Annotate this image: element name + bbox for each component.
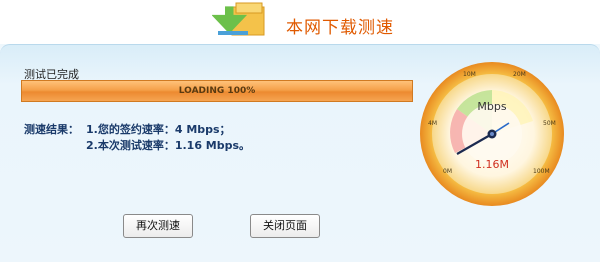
gauge-label-50m: 50M (543, 120, 556, 127)
gauge-label-4m: 4M (428, 120, 437, 127)
result-line-measured: 2.本次测试速率：1.16 Mbps。 (86, 139, 251, 152)
retest-button[interactable]: 再次测速 (123, 214, 193, 238)
gauge-unit: Mbps (477, 100, 506, 113)
header: 本网下载测速 (0, 0, 600, 44)
gauge-label-10m: 10M (463, 71, 476, 78)
result-title: 测速结果： (24, 123, 79, 136)
download-box-icon (212, 2, 265, 36)
page-title: 本网下载测速 (286, 18, 394, 38)
progress-bar: LOADING 100% (21, 80, 413, 102)
result-line-contract: 1.您的签约速率：4 Mbps； (86, 123, 231, 136)
gauge-label-20m: 20M (513, 71, 526, 78)
gauge-label-0m: 0M (443, 168, 452, 175)
gauge-label-100m: 100M (533, 168, 550, 175)
gauge-readout: 1.16M (475, 158, 509, 171)
speed-gauge: 0M 4M 10M 20M 50M 100M Mbps 1.16M (420, 62, 564, 206)
progress-text: LOADING 100% (178, 86, 256, 96)
close-page-button[interactable]: 关闭页面 (250, 214, 320, 238)
gauge-hub-center (490, 132, 494, 136)
